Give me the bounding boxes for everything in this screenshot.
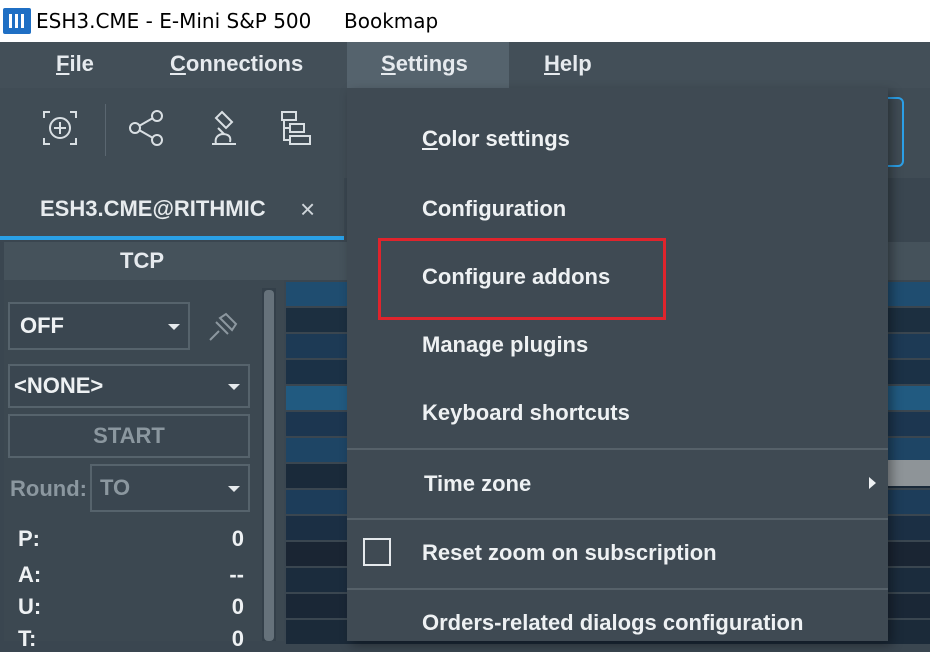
settings-dropdown-menu: Color settings Configuration Configure a… [347, 88, 888, 641]
stat-value-t: 0 [231, 626, 244, 651]
round-label: Round: [10, 476, 87, 501]
chevron-down-icon [228, 486, 240, 492]
chevron-down-icon [228, 384, 240, 390]
share-icon[interactable] [127, 108, 167, 148]
layout-icon[interactable] [276, 108, 316, 148]
menu-connections[interactable]: Connections [170, 42, 303, 88]
menu-file[interactable]: File [56, 42, 94, 88]
stat-label-p: P: [18, 526, 40, 551]
stat-value-u: 0 [231, 594, 244, 619]
tcp-title: TCP [120, 248, 164, 273]
mode-select[interactable]: OFF [8, 302, 190, 350]
round-select[interactable]: TO [90, 464, 250, 512]
current-price-marker [888, 460, 930, 486]
panel-scrollbar-thumb[interactable] [264, 290, 274, 641]
submenu-arrow-icon [869, 477, 876, 489]
menu-item-time-zone[interactable]: Time zone [424, 471, 531, 497]
chevron-down-icon [168, 324, 180, 330]
menu-item-configuration[interactable]: Configuration [422, 196, 566, 222]
menu-separator [347, 518, 888, 520]
pin-icon[interactable] [206, 310, 240, 344]
menu-item-color-settings[interactable]: Color settings [422, 126, 570, 152]
reset-zoom-checkbox[interactable] [363, 538, 391, 566]
menu-item-reset-zoom[interactable]: Reset zoom on subscription [422, 540, 717, 566]
window-title-symbol: ESH3.CME - E-Mini S&P 500 [36, 9, 312, 33]
menu-item-orders-dialogs[interactable]: Orders-related dialogs configuration [422, 610, 803, 636]
bookmap-app-icon [3, 8, 31, 34]
menu-settings[interactable]: Settings [347, 42, 509, 88]
menu-separator [347, 588, 888, 590]
stat-value-a: -- [229, 562, 244, 587]
stat-value-p: 0 [231, 526, 244, 551]
menu-item-keyboard-shortcuts[interactable]: Keyboard shortcuts [422, 400, 630, 426]
menu-item-manage-plugins[interactable]: Manage plugins [422, 332, 588, 358]
tab-label: ESH3.CME@RITHMIC [40, 196, 266, 221]
tab-close-icon[interactable]: × [300, 194, 315, 225]
menu-separator [347, 448, 888, 450]
start-button[interactable]: START [8, 414, 250, 458]
add-instrument-icon[interactable] [40, 108, 80, 148]
stat-label-a: A: [18, 562, 42, 587]
window-title-app: Bookmap [344, 9, 439, 33]
strategy-select[interactable]: <NONE> [8, 364, 250, 408]
annotation-highlight-box [378, 238, 666, 320]
toolbar-separator [105, 104, 106, 156]
stat-label-t: T: [18, 626, 37, 651]
stat-label-u: U: [18, 594, 42, 619]
active-tab-indicator [0, 236, 344, 240]
analysis-icon[interactable] [204, 108, 244, 148]
menu-help[interactable]: Help [544, 42, 592, 88]
